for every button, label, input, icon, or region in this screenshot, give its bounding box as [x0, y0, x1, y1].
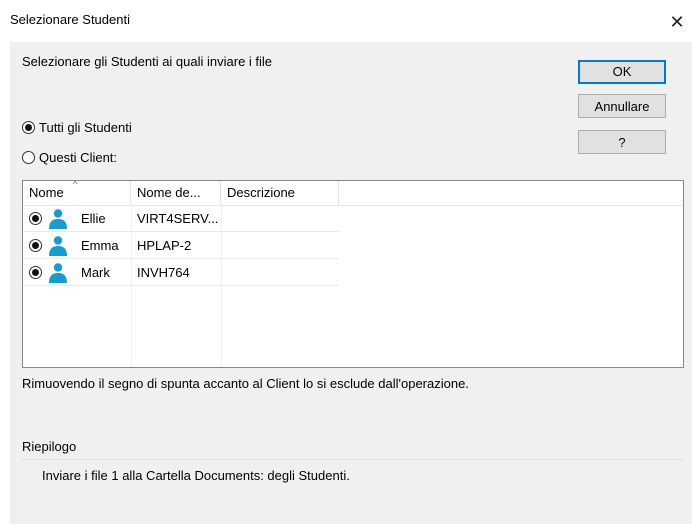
dialog-body: Selezionare gli Studenti ai quali inviar…	[10, 42, 692, 524]
dialog-description: Selezionare gli Studenti ai quali inviar…	[22, 54, 273, 69]
hint-text: Rimuovendo il segno di spunta accanto al…	[22, 376, 469, 391]
student-icon	[49, 263, 67, 283]
client-name: Emma	[81, 238, 119, 253]
student-icon	[49, 209, 67, 229]
summary-text: Inviare i file 1 alla Cartella Documents…	[42, 468, 350, 483]
all-students-option[interactable]: Tutti gli Studenti	[22, 120, 132, 135]
cancel-button[interactable]: Annullare	[578, 94, 666, 118]
all-students-radio[interactable]	[22, 121, 35, 134]
client-name: Ellie	[81, 211, 106, 226]
client-description	[221, 259, 339, 286]
client-description	[221, 205, 339, 232]
these-clients-label: Questi Client:	[39, 150, 118, 165]
these-clients-radio[interactable]	[22, 151, 35, 164]
close-icon[interactable]: ✕	[662, 10, 692, 34]
all-students-label: Tutti gli Studenti	[39, 120, 132, 135]
client-machine: HPLAP-2	[131, 232, 221, 259]
sort-ascending-icon: ^	[73, 179, 78, 189]
client-machine: INVH764	[131, 259, 221, 286]
list-item[interactable]: Mark INVH764	[23, 259, 683, 286]
these-clients-option[interactable]: Questi Client:	[22, 150, 117, 165]
list-item[interactable]: Emma HPLAP-2	[23, 232, 683, 259]
title-bar: Selezionare Studenti ✕	[0, 0, 692, 40]
ok-button[interactable]: OK	[578, 60, 666, 84]
client-radio[interactable]	[29, 239, 42, 252]
column-header-description[interactable]: Descrizione	[221, 181, 339, 205]
client-machine: VIRT4SERV...	[131, 205, 221, 232]
list-item[interactable]: Ellie VIRT4SERV...	[23, 205, 683, 232]
column-header-name[interactable]: Nome ^	[23, 179, 131, 205]
summary-panel: Inviare i file 1 alla Cartella Documents…	[22, 459, 684, 510]
list-header: Nome ^ Nome de... Descrizione	[23, 179, 683, 206]
client-radio[interactable]	[29, 266, 42, 279]
column-header-name-label: Nome	[29, 185, 64, 200]
help-button[interactable]: ?	[578, 130, 666, 154]
window-title: Selezionare Studenti	[10, 12, 130, 27]
summary-label: Riepilogo	[22, 439, 77, 454]
client-radio[interactable]	[29, 212, 42, 225]
client-description	[221, 232, 339, 259]
column-header-machine[interactable]: Nome de...	[131, 181, 221, 205]
student-list[interactable]: Nome ^ Nome de... Descrizione Ellie VIRT…	[22, 179, 684, 368]
student-icon	[49, 236, 67, 256]
client-name: Mark	[81, 265, 110, 280]
